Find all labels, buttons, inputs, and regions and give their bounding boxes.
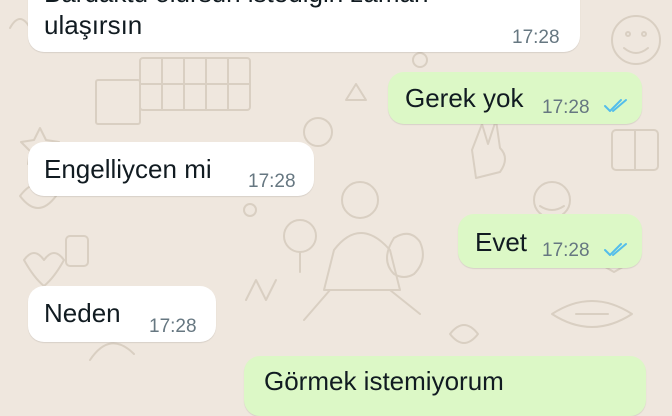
double-check-icon [604, 243, 627, 256]
double-check-icon [604, 99, 627, 112]
cup-doodle-icon [65, 235, 89, 267]
zigzag-doodle-icon [245, 279, 277, 301]
crossword-doodle-icon [95, 57, 251, 125]
message-bubble-outgoing[interactable]: Görmek istemiyorum [244, 356, 646, 416]
message-text: Görmek istemiyorum [264, 366, 504, 396]
message-timestamp: 17:28 [542, 240, 590, 261]
message-timestamp: 17:28 [512, 27, 560, 48]
message-text: Gerek yok [405, 83, 524, 113]
message-text: Bardaktu olursun istediğin zaman [44, 0, 428, 8]
wave-doodle-icon [89, 342, 135, 361]
message-bubble-incoming[interactable]: Neden 17:28 [28, 286, 216, 342]
face-doodle-icon [533, 181, 571, 219]
message-text: Neden [44, 298, 121, 328]
hand-doodle-icon [471, 119, 506, 179]
message-text: Evet [475, 227, 528, 257]
message-timestamp: 17:28 [542, 97, 590, 118]
heart-doodle-icon [23, 252, 65, 287]
smiley-doodle-icon [611, 15, 661, 65]
apple-doodle-icon [386, 232, 424, 278]
message-bubble-incoming[interactable]: Engelliycen mi 17:28 [28, 142, 314, 196]
message-text: ulaşırsın [44, 10, 143, 40]
message-bubble-outgoing[interactable]: Evet 17:28 [458, 214, 642, 268]
message-timestamp: 17:28 [248, 171, 296, 192]
triangle-doodle-icon [345, 83, 367, 101]
person-doodle-icon [283, 181, 421, 321]
circle-doodle-icon [303, 117, 333, 147]
message-bubble-outgoing[interactable]: Gerek yok 17:28 [388, 72, 642, 124]
message-timestamp: 17:28 [149, 316, 197, 337]
message-text: Engelliycen mi [44, 154, 212, 184]
message-bubble-incoming[interactable]: Bardaktu olursun istediğin zaman ulaşırs… [28, 0, 580, 52]
